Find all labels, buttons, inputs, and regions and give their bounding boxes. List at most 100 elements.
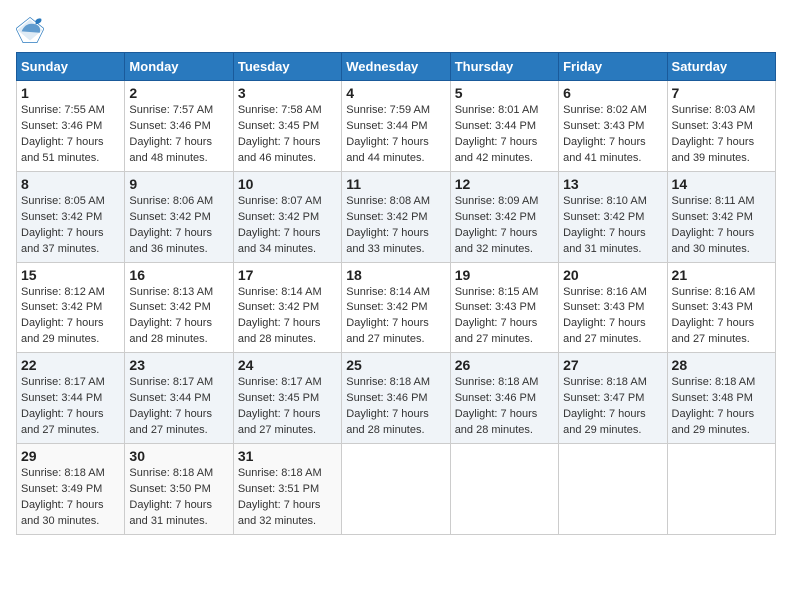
day-number: 8 — [21, 176, 120, 192]
sunset: Sunset: 3:43 PM — [672, 300, 771, 316]
sunset: Sunset: 3:42 PM — [238, 210, 337, 226]
day-number: 6 — [563, 85, 662, 101]
day-number: 17 — [238, 267, 337, 283]
day-info: Sunrise: 8:16 AM Sunset: 3:43 PM Dayligh… — [672, 285, 771, 349]
sunset: Sunset: 3:49 PM — [21, 482, 120, 498]
sunset: Sunset: 3:43 PM — [563, 300, 662, 316]
day-number: 7 — [672, 85, 771, 101]
day-info: Sunrise: 8:18 AM Sunset: 3:49 PM Dayligh… — [21, 466, 120, 530]
calendar-cell: 22 Sunrise: 8:17 AM Sunset: 3:44 PM Dayl… — [17, 353, 125, 444]
day-info: Sunrise: 8:16 AM Sunset: 3:43 PM Dayligh… — [563, 285, 662, 349]
daylight: Daylight: 7 hours and 27 minutes. — [129, 407, 228, 439]
day-info: Sunrise: 8:10 AM Sunset: 3:42 PM Dayligh… — [563, 194, 662, 258]
calendar-week-4: 22 Sunrise: 8:17 AM Sunset: 3:44 PM Dayl… — [17, 353, 776, 444]
calendar-header-wednesday: Wednesday — [342, 53, 450, 81]
sunrise: Sunrise: 7:58 AM — [238, 103, 337, 119]
calendar-cell: 14 Sunrise: 8:11 AM Sunset: 3:42 PM Dayl… — [667, 171, 775, 262]
sunset: Sunset: 3:44 PM — [21, 391, 120, 407]
daylight: Daylight: 7 hours and 28 minutes. — [455, 407, 554, 439]
sunrise: Sunrise: 8:13 AM — [129, 285, 228, 301]
day-info: Sunrise: 8:17 AM Sunset: 3:45 PM Dayligh… — [238, 375, 337, 439]
sunrise: Sunrise: 8:14 AM — [238, 285, 337, 301]
sunrise: Sunrise: 7:55 AM — [21, 103, 120, 119]
day-number: 22 — [21, 357, 120, 373]
daylight: Daylight: 7 hours and 46 minutes. — [238, 135, 337, 167]
day-info: Sunrise: 8:18 AM Sunset: 3:48 PM Dayligh… — [672, 375, 771, 439]
day-number: 24 — [238, 357, 337, 373]
calendar-cell: 13 Sunrise: 8:10 AM Sunset: 3:42 PM Dayl… — [559, 171, 667, 262]
calendar-cell: 26 Sunrise: 8:18 AM Sunset: 3:46 PM Dayl… — [450, 353, 558, 444]
day-info: Sunrise: 8:06 AM Sunset: 3:42 PM Dayligh… — [129, 194, 228, 258]
calendar-cell: 31 Sunrise: 8:18 AM Sunset: 3:51 PM Dayl… — [233, 444, 341, 535]
calendar-cell: 2 Sunrise: 7:57 AM Sunset: 3:46 PM Dayli… — [125, 81, 233, 172]
sunrise: Sunrise: 8:18 AM — [563, 375, 662, 391]
daylight: Daylight: 7 hours and 32 minutes. — [455, 226, 554, 258]
sunset: Sunset: 3:42 PM — [672, 210, 771, 226]
sunset: Sunset: 3:44 PM — [346, 119, 445, 135]
daylight: Daylight: 7 hours and 29 minutes. — [672, 407, 771, 439]
sunrise: Sunrise: 8:16 AM — [563, 285, 662, 301]
sunrise: Sunrise: 8:14 AM — [346, 285, 445, 301]
calendar-header-tuesday: Tuesday — [233, 53, 341, 81]
calendar-cell: 28 Sunrise: 8:18 AM Sunset: 3:48 PM Dayl… — [667, 353, 775, 444]
day-info: Sunrise: 8:18 AM Sunset: 3:50 PM Dayligh… — [129, 466, 228, 530]
sunrise: Sunrise: 7:57 AM — [129, 103, 228, 119]
sunset: Sunset: 3:42 PM — [346, 300, 445, 316]
day-number: 14 — [672, 176, 771, 192]
sunset: Sunset: 3:42 PM — [238, 300, 337, 316]
sunset: Sunset: 3:47 PM — [563, 391, 662, 407]
daylight: Daylight: 7 hours and 28 minutes. — [238, 316, 337, 348]
sunset: Sunset: 3:46 PM — [455, 391, 554, 407]
sunset: Sunset: 3:51 PM — [238, 482, 337, 498]
daylight: Daylight: 7 hours and 36 minutes. — [129, 226, 228, 258]
calendar-cell: 30 Sunrise: 8:18 AM Sunset: 3:50 PM Dayl… — [125, 444, 233, 535]
daylight: Daylight: 7 hours and 27 minutes. — [238, 407, 337, 439]
calendar-cell: 16 Sunrise: 8:13 AM Sunset: 3:42 PM Dayl… — [125, 262, 233, 353]
day-info: Sunrise: 8:12 AM Sunset: 3:42 PM Dayligh… — [21, 285, 120, 349]
calendar-cell: 5 Sunrise: 8:01 AM Sunset: 3:44 PM Dayli… — [450, 81, 558, 172]
sunset: Sunset: 3:43 PM — [563, 119, 662, 135]
sunset: Sunset: 3:42 PM — [21, 300, 120, 316]
day-number: 9 — [129, 176, 228, 192]
sunrise: Sunrise: 8:18 AM — [672, 375, 771, 391]
sunrise: Sunrise: 8:17 AM — [238, 375, 337, 391]
day-number: 25 — [346, 357, 445, 373]
calendar-cell: 11 Sunrise: 8:08 AM Sunset: 3:42 PM Dayl… — [342, 171, 450, 262]
day-number: 12 — [455, 176, 554, 192]
daylight: Daylight: 7 hours and 30 minutes. — [672, 226, 771, 258]
day-number: 26 — [455, 357, 554, 373]
day-number: 16 — [129, 267, 228, 283]
calendar-table: SundayMondayTuesdayWednesdayThursdayFrid… — [16, 52, 776, 535]
calendar-cell: 24 Sunrise: 8:17 AM Sunset: 3:45 PM Dayl… — [233, 353, 341, 444]
sunset: Sunset: 3:42 PM — [129, 300, 228, 316]
calendar-week-5: 29 Sunrise: 8:18 AM Sunset: 3:49 PM Dayl… — [17, 444, 776, 535]
sunset: Sunset: 3:50 PM — [129, 482, 228, 498]
day-number: 20 — [563, 267, 662, 283]
daylight: Daylight: 7 hours and 41 minutes. — [563, 135, 662, 167]
daylight: Daylight: 7 hours and 27 minutes. — [21, 407, 120, 439]
daylight: Daylight: 7 hours and 30 minutes. — [21, 498, 120, 530]
sunset: Sunset: 3:45 PM — [238, 119, 337, 135]
day-info: Sunrise: 8:18 AM Sunset: 3:51 PM Dayligh… — [238, 466, 337, 530]
sunset: Sunset: 3:42 PM — [455, 210, 554, 226]
sunrise: Sunrise: 8:16 AM — [672, 285, 771, 301]
day-info: Sunrise: 8:17 AM Sunset: 3:44 PM Dayligh… — [129, 375, 228, 439]
logo — [16, 16, 48, 44]
day-info: Sunrise: 7:57 AM Sunset: 3:46 PM Dayligh… — [129, 103, 228, 167]
sunrise: Sunrise: 8:05 AM — [21, 194, 120, 210]
calendar-cell — [667, 444, 775, 535]
day-number: 21 — [672, 267, 771, 283]
day-info: Sunrise: 8:18 AM Sunset: 3:46 PM Dayligh… — [346, 375, 445, 439]
daylight: Daylight: 7 hours and 27 minutes. — [563, 316, 662, 348]
sunset: Sunset: 3:46 PM — [129, 119, 228, 135]
sunrise: Sunrise: 8:18 AM — [346, 375, 445, 391]
daylight: Daylight: 7 hours and 34 minutes. — [238, 226, 337, 258]
daylight: Daylight: 7 hours and 32 minutes. — [238, 498, 337, 530]
calendar-header-friday: Friday — [559, 53, 667, 81]
daylight: Daylight: 7 hours and 31 minutes. — [129, 498, 228, 530]
sunset: Sunset: 3:48 PM — [672, 391, 771, 407]
calendar-cell — [450, 444, 558, 535]
day-number: 23 — [129, 357, 228, 373]
sunrise: Sunrise: 8:12 AM — [21, 285, 120, 301]
day-info: Sunrise: 7:55 AM Sunset: 3:46 PM Dayligh… — [21, 103, 120, 167]
